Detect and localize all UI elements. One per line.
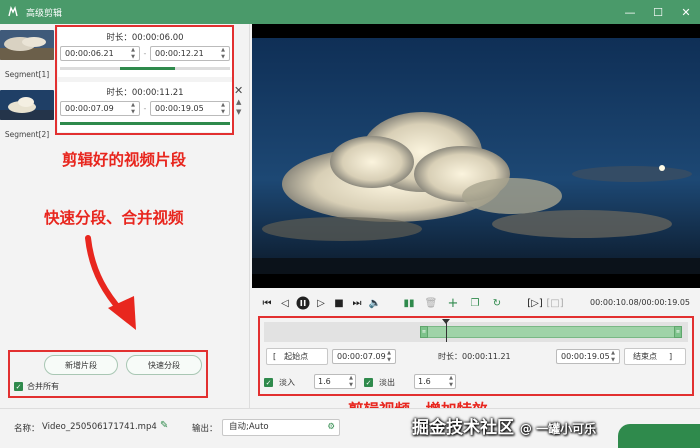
segment-caption: Segment[2] [4, 130, 50, 139]
skip-start-icon[interactable]: ⏮ [260, 296, 274, 310]
title-bar: 高级剪辑 — ☐ ✕ [0, 0, 700, 24]
delete-icon[interactable]: 🗑 [424, 296, 438, 310]
thumbnail-image [0, 90, 54, 120]
output-path-field[interactable]: 自动;Auto ⚙ [222, 419, 340, 436]
annotation-split: 快速分段、合并视频 [44, 209, 184, 227]
annotation-segments: 剪辑好的视频片段 [62, 151, 187, 169]
playback-timecode: 00:00:10.08/00:00:19.05 [590, 298, 690, 307]
annotation-box-buttons [8, 350, 208, 398]
mark-in-icon[interactable]: [▷] [527, 296, 543, 310]
step-forward-icon[interactable]: ▷ [314, 296, 328, 310]
minimize-icon[interactable]: — [616, 0, 644, 24]
annotation-box-effects [258, 316, 694, 396]
pause-icon[interactable] [296, 296, 310, 310]
player-controls: ⏮ ◁ ▷ ■ ⏭ 🔈 ▮▮ 🗑 + ❐ ↻ [▷] [□] 00:00:10.… [252, 288, 700, 318]
segment-thumbnail-1[interactable]: Segment[1] [0, 30, 54, 79]
maximize-icon[interactable]: ☐ [644, 0, 672, 24]
file-name: Video_250506171741.mp4 [42, 422, 157, 432]
mark-out-icon[interactable]: [□] [546, 296, 563, 310]
add-icon[interactable]: + [446, 296, 460, 311]
stop-icon[interactable]: ■ [332, 296, 346, 310]
remove-segment-icon[interactable]: ✕ [234, 84, 243, 97]
skip-end-icon[interactable]: ⏭ [350, 296, 364, 310]
reset-icon[interactable]: ↻ [490, 296, 504, 310]
export-button[interactable] [618, 424, 700, 448]
segment-caption: Segment[1] [4, 70, 50, 79]
close-icon[interactable]: ✕ [672, 0, 700, 24]
gear-icon[interactable]: ⚙ [327, 420, 335, 435]
thumbnail-image [0, 30, 54, 60]
watermark: 掘金技术社区 @ 一罐小可乐 [412, 418, 597, 438]
segment-panel: Segment[1] Segment[2] 时长：00:00:06.00 00:… [0, 24, 250, 408]
name-label: 名称： [14, 424, 40, 434]
output-label: 输出： [192, 424, 218, 434]
edit-icon[interactable]: ✎ [160, 420, 168, 431]
chevron-down-icon[interactable]: ▼ [236, 108, 241, 116]
video-preview[interactable] [252, 24, 700, 288]
chevron-up-icon[interactable]: ▲ [236, 98, 241, 106]
copy-icon[interactable]: ❐ [468, 296, 482, 310]
window-title: 高级剪辑 [26, 8, 63, 19]
annotation-box-segments [55, 25, 234, 135]
step-back-icon[interactable]: ◁ [278, 296, 292, 310]
split-icon[interactable]: ▮▮ [402, 296, 416, 310]
app-logo-icon [6, 5, 20, 19]
segment-thumbnail-2[interactable]: Segment[2] [0, 90, 54, 139]
annotation-arrow-icon [85, 235, 136, 330]
volume-icon[interactable]: 🔈 [368, 296, 382, 310]
